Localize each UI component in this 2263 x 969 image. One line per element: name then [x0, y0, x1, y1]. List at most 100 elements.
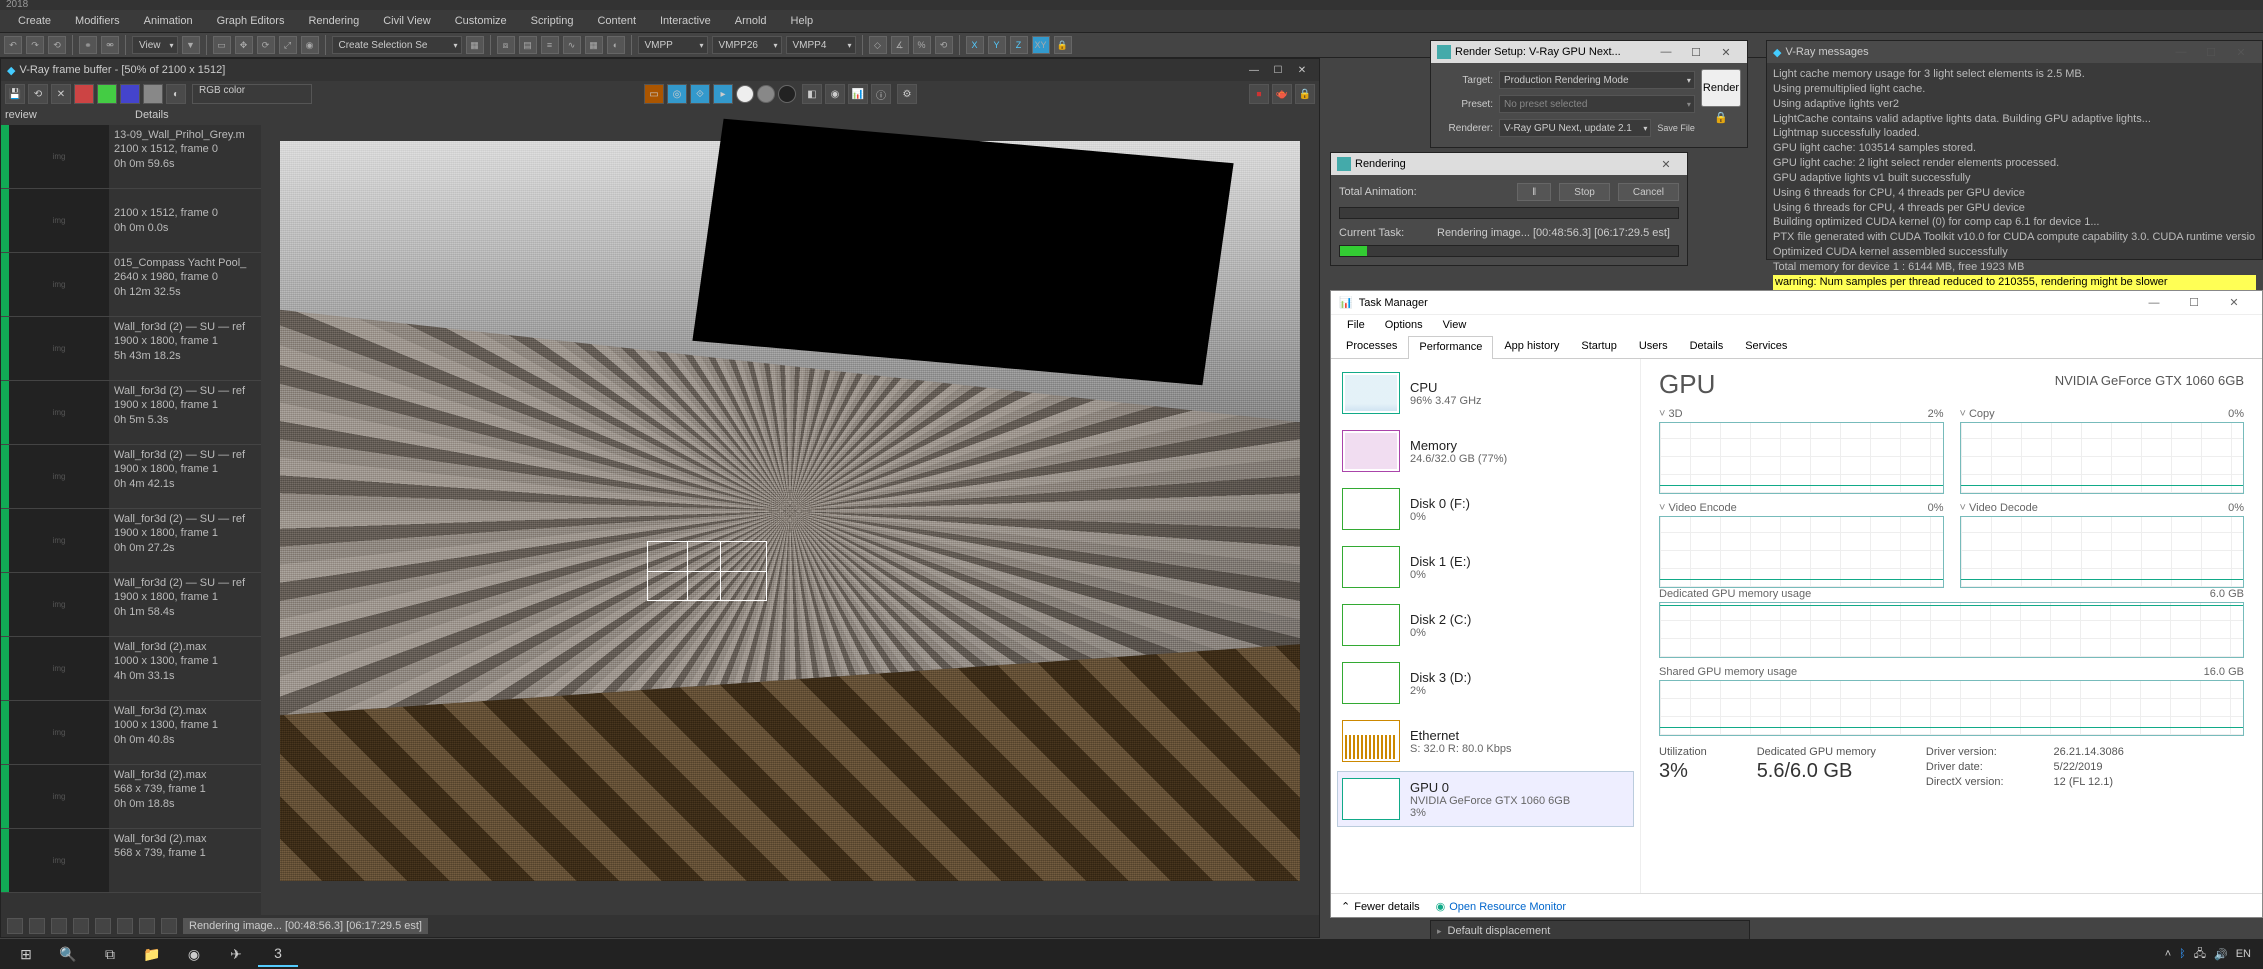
s2-icon[interactable] — [29, 918, 45, 934]
chrome-icon[interactable]: ◉ — [174, 941, 214, 967]
menu-interactive[interactable]: Interactive — [648, 15, 723, 27]
mat-icon[interactable]: ◐ — [607, 36, 625, 54]
tray-up-icon[interactable]: ˄ — [2165, 948, 2171, 960]
save-icon[interactable]: 💾 — [5, 84, 25, 104]
lens-icon[interactable]: ◉ — [825, 84, 845, 104]
tm-tab-services[interactable]: Services — [1734, 335, 1798, 358]
grey-ball-icon[interactable] — [757, 85, 775, 103]
black-ball-icon[interactable] — [778, 85, 796, 103]
search-icon[interactable]: 🔍 — [48, 941, 88, 967]
vfb-title-bar[interactable]: ◆ V-Ray frame buffer - [50% of 2100 x 15… — [1, 59, 1319, 81]
history-row[interactable]: img015_Compass Yacht Pool_2640 x 1980, f… — [1, 253, 261, 317]
render-last-icon[interactable]: 🫖 — [1272, 84, 1292, 104]
percent-icon[interactable]: % — [913, 36, 931, 54]
s7-icon[interactable] — [139, 918, 155, 934]
z-axis-icon[interactable]: Z — [1010, 36, 1028, 54]
close-icon[interactable]: ✕ — [1291, 61, 1313, 79]
tm-graph-video-encode[interactable]: Video Encode0% — [1659, 502, 1944, 588]
scale-icon[interactable]: ⤢ — [279, 36, 297, 54]
lock-icon[interactable]: 🔒 — [1714, 111, 1728, 125]
view-mode-dropdown[interactable]: View — [132, 36, 178, 54]
log-body[interactable]: Light cache memory usage for 3 light sel… — [1767, 63, 2262, 294]
tm-card-cpu[interactable]: CPU96% 3.47 GHz — [1337, 365, 1634, 421]
menu-scripting[interactable]: Scripting — [519, 15, 586, 27]
tm-tab-users[interactable]: Users — [1628, 335, 1679, 358]
follow-icon[interactable]: ▸ — [713, 84, 733, 104]
redo-icon[interactable]: ↷ — [26, 36, 44, 54]
open-resource-monitor-link[interactable]: Open Resource Monitor — [1436, 900, 1566, 913]
tab-vmpp26[interactable]: VMPP26 — [712, 36, 782, 54]
history-row[interactable]: imgWall_for3d (2) — SU — ref1900 x 1800,… — [1, 381, 261, 445]
filter-icon[interactable]: ▼ — [182, 36, 200, 54]
stop-button[interactable]: Stop — [1559, 183, 1610, 201]
history-row[interactable]: imgWall_for3d (2) — SU — ref1900 x 1800,… — [1, 445, 261, 509]
menu-graph-editors[interactable]: Graph Editors — [205, 15, 297, 27]
tm-card-memory[interactable]: Memory24.6/32.0 GB (77%) — [1337, 423, 1634, 479]
cancel-button[interactable]: Cancel — [1618, 183, 1679, 201]
history-row[interactable]: imgWall_for3d (2).max568 x 739, frame 1 — [1, 829, 261, 893]
tm-card-disk-0--f--[interactable]: Disk 0 (F:)0% — [1337, 481, 1634, 537]
reload-icon[interactable]: ⟲ — [28, 84, 48, 104]
curve-icon[interactable]: ∿ — [563, 36, 581, 54]
pause-button[interactable]: ‖ — [1517, 183, 1551, 201]
link-icon[interactable]: ⟲ — [48, 36, 66, 54]
renderer-dropdown[interactable]: V-Ray GPU Next, update 2.1 — [1499, 119, 1651, 137]
dedi-graph[interactable] — [1659, 602, 2244, 658]
history-row[interactable]: imgWall_for3d (2) — SU — ref1900 x 1800,… — [1, 317, 261, 381]
s3-icon[interactable] — [51, 918, 67, 934]
tm-max-icon[interactable]: ☐ — [2174, 292, 2214, 314]
maximize-icon[interactable]: ☐ — [1267, 61, 1289, 79]
history-row[interactable]: imgWall_for3d (2).max1000 x 1300, frame … — [1, 701, 261, 765]
menu-customize[interactable]: Customize — [443, 15, 519, 27]
tm-tab-performance[interactable]: Performance — [1408, 336, 1493, 359]
target-dropdown[interactable]: Production Rendering Mode — [1499, 71, 1695, 89]
tab-vmpp4[interactable]: VMPP4 — [786, 36, 856, 54]
tm-menu-view[interactable]: View — [1433, 319, 1477, 331]
tm-card-gpu-0[interactable]: GPU 0NVIDIA GeForce GTX 1060 6GB3% — [1337, 771, 1634, 827]
place-icon[interactable]: ◉ — [301, 36, 319, 54]
sched-icon[interactable]: ▦ — [585, 36, 603, 54]
menu-arnold[interactable]: Arnold — [723, 15, 779, 27]
white-ball-icon[interactable] — [736, 85, 754, 103]
tm-graph-3d[interactable]: 3D2% — [1659, 408, 1944, 494]
save-file-link[interactable]: Save File — [1657, 123, 1695, 133]
tm-menu-file[interactable]: File — [1337, 319, 1375, 331]
angle-icon[interactable]: ∡ — [891, 36, 909, 54]
mirror-icon[interactable]: ⧈ — [497, 36, 515, 54]
selection-set-dropdown[interactable]: Create Selection Se — [332, 36, 462, 54]
region-icon[interactable]: ▭ — [644, 84, 664, 104]
rs-max-icon[interactable]: ☐ — [1681, 42, 1711, 62]
red-channel-icon[interactable] — [74, 84, 94, 104]
start-icon[interactable]: ⊞ — [6, 941, 46, 967]
log-max-icon[interactable]: ☐ — [2196, 42, 2226, 62]
rendering-title[interactable]: Rendering ✕ — [1331, 153, 1687, 175]
tm-tab-app-history[interactable]: App history — [1493, 335, 1570, 358]
tm-card-disk-2--c--[interactable]: Disk 2 (C:)0% — [1337, 597, 1634, 653]
menu-content[interactable]: Content — [585, 15, 648, 27]
tab-vmpp[interactable]: VMPP — [638, 36, 708, 54]
taskview-icon[interactable]: ⧉ — [90, 941, 130, 967]
green-channel-icon[interactable] — [97, 84, 117, 104]
tm-title-bar[interactable]: 📊 Task Manager —☐✕ — [1331, 291, 2262, 315]
rd-close-icon[interactable]: ✕ — [1651, 154, 1681, 174]
hist-icon[interactable]: 📊 — [848, 84, 868, 104]
s6-icon[interactable] — [117, 918, 133, 934]
tm-graph-video-decode[interactable]: Video Decode0% — [1960, 502, 2245, 588]
rs-min-icon[interactable]: — — [1651, 42, 1681, 62]
minimize-icon[interactable]: — — [1243, 61, 1265, 79]
mono-icon[interactable]: ◐ — [166, 84, 186, 104]
tm-close-icon[interactable]: ✕ — [2214, 292, 2254, 314]
app-3ds-icon[interactable]: 3 — [258, 941, 298, 967]
tray-lang[interactable]: EN — [2236, 948, 2251, 960]
tm-menu-options[interactable]: Options — [1375, 319, 1433, 331]
tray-bt-icon[interactable]: ᛒ — [2179, 948, 2186, 960]
tm-tab-details[interactable]: Details — [1679, 335, 1735, 358]
fewer-details-link[interactable]: Fewer details — [1341, 900, 1420, 913]
log-title-bar[interactable]: ◆ V-Ray messages —☐✕ — [1767, 41, 2262, 63]
unlink-icon[interactable]: ⚮ — [101, 36, 119, 54]
x-axis-icon[interactable]: X — [966, 36, 984, 54]
blue-channel-icon[interactable] — [120, 84, 140, 104]
settings-icon[interactable]: ⚙ — [897, 84, 917, 104]
cc-icon[interactable]: ◧ — [802, 84, 822, 104]
tray-vol-icon[interactable]: 🔊 — [2214, 948, 2228, 961]
